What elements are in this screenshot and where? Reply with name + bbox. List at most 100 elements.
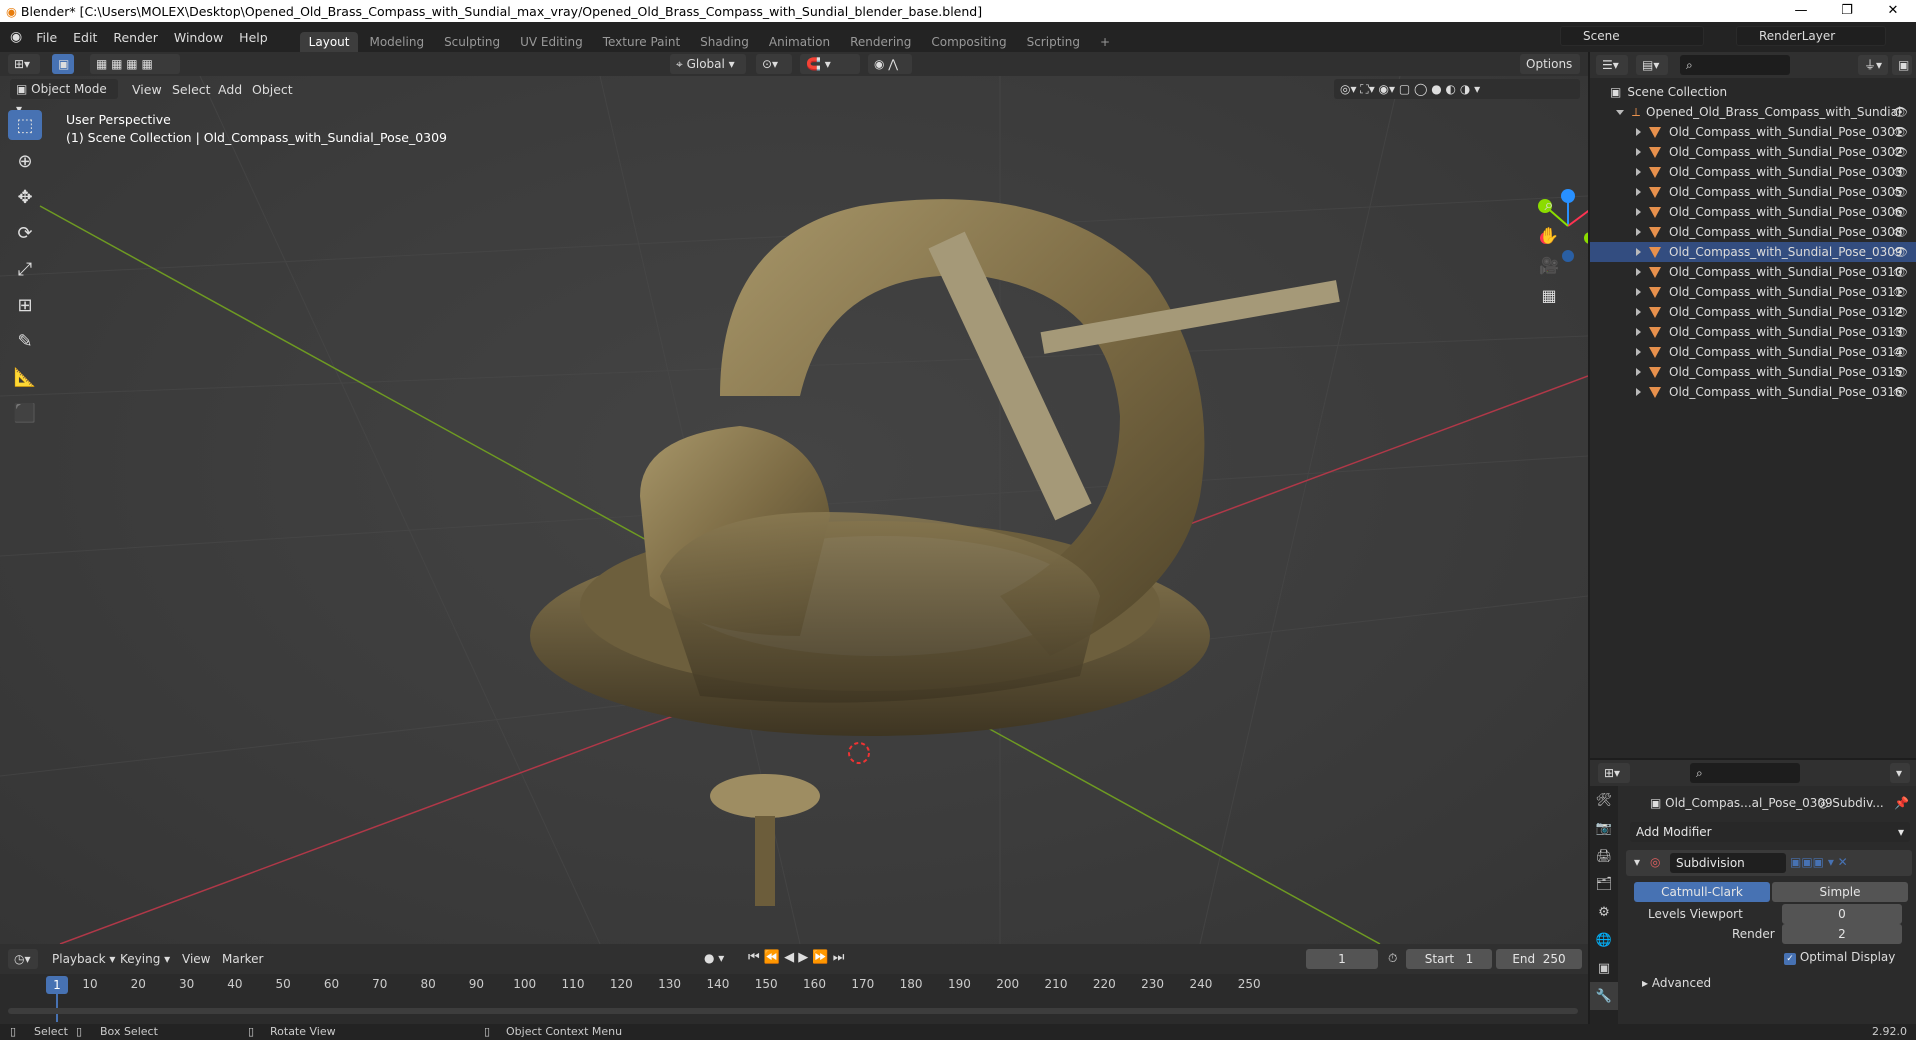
visibility-eye-icon[interactable]: 👁: [1893, 205, 1908, 219]
outliner-object-row[interactable]: Old_Compass_with_Sundial_Pose_0308 👁: [1590, 222, 1916, 242]
expand-arrow-icon[interactable]: [1636, 188, 1641, 196]
expand-arrow-icon[interactable]: [1636, 348, 1641, 356]
current-frame-field[interactable]: 1: [1306, 949, 1378, 969]
world-tab-icon[interactable]: 🌐: [1590, 926, 1618, 954]
modifier-collapse-arrow-icon[interactable]: ▾: [1634, 855, 1640, 869]
expand-arrow-icon[interactable]: [1636, 128, 1641, 136]
properties-options[interactable]: ▾: [1890, 763, 1910, 783]
visibility-eye-icon[interactable]: 👁: [1893, 345, 1908, 359]
measure-tool-icon[interactable]: 📐: [8, 362, 42, 392]
scale-tool-icon[interactable]: ⤢: [8, 254, 42, 284]
render-levels-field[interactable]: 2: [1782, 924, 1902, 944]
cursor-tool-icon[interactable]: ⊕: [8, 146, 42, 176]
renderlayer-selector[interactable]: RenderLayer: [1736, 26, 1886, 46]
outliner-object-row[interactable]: Old_Compass_with_Sundial_Pose_0315 👁: [1590, 362, 1916, 382]
playback-controls[interactable]: ⏮ ⏪ ◀ ▶ ⏩ ⏭: [748, 950, 844, 965]
snap-toggle[interactable]: 🧲 ▾: [800, 54, 860, 74]
viewport-shading-buttons[interactable]: ◎▾ ⛶▾ ◉▾ ▢ ◯ ● ◐ ◑ ▾: [1334, 79, 1580, 99]
expand-arrow-icon[interactable]: [1636, 148, 1641, 156]
tab-uv-editing[interactable]: UV Editing: [511, 32, 592, 52]
timeline-scrollbar[interactable]: [8, 1008, 1578, 1014]
expand-arrow-icon[interactable]: [1616, 109, 1624, 115]
levels-viewport-field[interactable]: 0: [1782, 904, 1902, 924]
tab-animation[interactable]: Animation: [760, 32, 839, 52]
expand-arrow-icon[interactable]: [1636, 248, 1641, 256]
menu-playback[interactable]: Playback ▾: [52, 952, 115, 966]
menu-render[interactable]: Render: [105, 30, 166, 45]
expand-arrow-icon[interactable]: [1636, 308, 1641, 316]
optimal-display-checkbox[interactable]: ✓ Optimal Display: [1784, 950, 1895, 965]
scene-selector[interactable]: Scene: [1560, 26, 1704, 46]
visibility-eye-icon[interactable]: 👁: [1893, 145, 1908, 159]
menu-file[interactable]: File: [28, 30, 65, 45]
outliner-object-row[interactable]: Old_Compass_with_Sundial_Pose_0303 👁: [1590, 162, 1916, 182]
visibility-eye-icon[interactable]: 👁: [1893, 165, 1908, 179]
pivot-dropdown[interactable]: ⊙▾: [756, 54, 792, 74]
menu-timeline-view[interactable]: View: [182, 952, 210, 966]
record-button[interactable]: ● ▾: [704, 951, 724, 965]
move-tool-icon[interactable]: ✥: [8, 182, 42, 212]
modifier-tab-icon[interactable]: 🔧: [1590, 982, 1618, 1010]
3d-viewport[interactable]: User Perspective (1) Scene Collection | …: [0, 76, 1588, 944]
menu-edit[interactable]: Edit: [65, 30, 105, 45]
menu-object[interactable]: Object: [252, 82, 293, 97]
outliner-object-row[interactable]: Old_Compass_with_Sundial_Pose_0314 👁: [1590, 342, 1916, 362]
frame-ruler[interactable]: 10 20 30 40 50 60 70 80 90 100 110 120 130 140 150 160 1…: [0, 974, 1588, 1022]
end-frame-field[interactable]: End 250: [1496, 949, 1582, 969]
pin-icon[interactable]: 📌: [1894, 796, 1909, 810]
rotate-tool-icon[interactable]: ⟳: [8, 218, 42, 248]
visibility-eye-icon[interactable]: 👁: [1893, 105, 1908, 119]
close-window-button[interactable]: ✕: [1870, 0, 1916, 22]
expand-arrow-icon[interactable]: [1636, 208, 1641, 216]
tab-compositing[interactable]: Compositing: [922, 32, 1015, 52]
playhead[interactable]: 1: [46, 976, 68, 994]
catmull-clark-button[interactable]: Catmull-Clark: [1634, 882, 1770, 902]
expand-arrow-icon[interactable]: [1636, 228, 1641, 236]
outliner-object-row[interactable]: Old_Compass_with_Sundial_Pose_0302 👁: [1590, 142, 1916, 162]
maximize-button[interactable]: ❐: [1824, 0, 1870, 22]
tool-settings-tab-icon[interactable]: 🛠: [1590, 786, 1618, 814]
tab-shading[interactable]: Shading: [691, 32, 758, 52]
camera-view-icon[interactable]: 🎥: [1536, 252, 1562, 278]
advanced-subpanel[interactable]: ▸ Advanced: [1642, 976, 1711, 990]
visibility-eye-icon[interactable]: 👁: [1893, 225, 1908, 239]
add-workspace-button[interactable]: +: [1091, 32, 1119, 52]
scene-tab-icon[interactable]: ⚙: [1590, 898, 1618, 926]
menu-keying[interactable]: Keying ▾: [120, 952, 170, 966]
visibility-eye-icon[interactable]: 👁: [1893, 305, 1908, 319]
outliner-object-row[interactable]: Old_Compass_with_Sundial_Pose_0310 👁: [1590, 262, 1916, 282]
blender-menu-icon[interactable]: ◉: [0, 29, 28, 45]
expand-arrow-icon[interactable]: [1636, 328, 1641, 336]
select-box-tool-icon[interactable]: ⬚: [8, 110, 42, 140]
outliner-object-row[interactable]: Old_Compass_with_Sundial_Pose_0309 👁: [1590, 242, 1916, 262]
object-mode-dropdown[interactable]: ▣ Object Mode ▾: [10, 79, 118, 116]
outliner-display-mode[interactable]: ▤▾: [1636, 55, 1668, 75]
properties-editor-type[interactable]: ⊞▾: [1598, 763, 1630, 783]
zoom-icon[interactable]: ⌕: [1536, 192, 1562, 218]
visibility-eye-icon[interactable]: 👁: [1893, 185, 1908, 199]
outliner-object-row[interactable]: Old_Compass_with_Sundial_Pose_0306 👁: [1590, 202, 1916, 222]
transform-tool-icon[interactable]: ⊞: [8, 290, 42, 320]
visibility-eye-icon[interactable]: 👁: [1893, 125, 1908, 139]
annotate-tool-icon[interactable]: ✎: [8, 326, 42, 356]
scene-collection-row[interactable]: ▣ Scene Collection: [1590, 82, 1916, 102]
visibility-eye-icon[interactable]: 👁: [1893, 325, 1908, 339]
expand-arrow-icon[interactable]: [1636, 168, 1641, 176]
viewport-scene[interactable]: [0, 76, 1588, 944]
tab-sculpting[interactable]: Sculpting: [435, 32, 509, 52]
visibility-eye-icon[interactable]: 👁: [1893, 265, 1908, 279]
menu-marker[interactable]: Marker: [222, 952, 263, 966]
collection-row[interactable]: ⟂ Opened_Old_Brass_Compass_with_Sundial …: [1590, 102, 1916, 122]
selection-modes[interactable]: ▦ ▦ ▦ ▦: [90, 54, 180, 74]
start-frame-field[interactable]: Start 1: [1406, 949, 1492, 969]
expand-arrow-icon[interactable]: [1636, 268, 1641, 276]
visibility-eye-icon[interactable]: 👁: [1893, 365, 1908, 379]
outliner-editor-type[interactable]: ☰▾: [1596, 55, 1628, 75]
menu-help[interactable]: Help: [231, 30, 276, 45]
object-tab-icon[interactable]: ▣: [1590, 954, 1618, 982]
outliner-object-row[interactable]: Old_Compass_with_Sundial_Pose_0311 👁: [1590, 282, 1916, 302]
tab-rendering[interactable]: Rendering: [841, 32, 920, 52]
output-tab-icon[interactable]: 🖨: [1590, 842, 1618, 870]
editor-type-button[interactable]: ⊞▾: [8, 54, 40, 74]
menu-view[interactable]: View: [132, 82, 162, 97]
